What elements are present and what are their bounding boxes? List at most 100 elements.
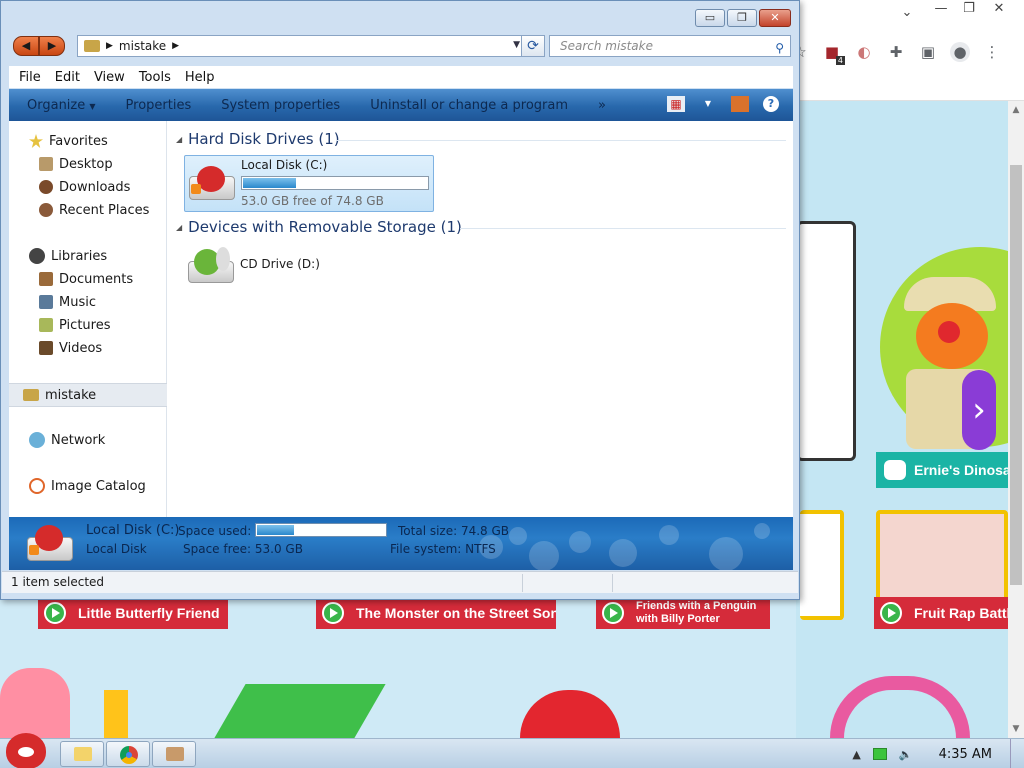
menu-help[interactable]: Help: [185, 70, 223, 85]
scroll-up-arrow[interactable]: ▲: [1008, 102, 1024, 118]
decor-bubble: [659, 525, 679, 545]
breadcrumb-item[interactable]: mistake: [119, 39, 166, 53]
video-card-thumbnail[interactable]: [800, 510, 844, 620]
nav-item-network[interactable]: Network: [29, 430, 105, 450]
breadcrumb-separator-icon[interactable]: ▶: [106, 41, 113, 51]
system-properties-button[interactable]: System properties: [221, 98, 340, 113]
group-divider: [336, 140, 786, 141]
clock[interactable]: 4:35 AM: [939, 747, 992, 762]
tab-search-icon[interactable]: ⌄: [890, 4, 924, 22]
explorer-window: ▭ ❐ ✕ ◀ ▶ ▶ mistake ▶ ▼ ⟳ Search mistake…: [0, 0, 800, 600]
nav-item-desktop[interactable]: Desktop: [39, 154, 113, 174]
nav-item-pictures[interactable]: Pictures: [39, 315, 110, 335]
status-bar: 1 item selected: [2, 571, 798, 593]
image-catalog-icon: [29, 478, 45, 494]
taskbar-explorer-button[interactable]: [60, 741, 104, 767]
view-options-chevron-icon[interactable]: ▼: [699, 96, 717, 112]
window-caption-buttons: ▭ ❐ ✕: [695, 9, 791, 27]
drive-d-item[interactable]: CD Drive (D:): [184, 245, 434, 289]
group-header-hard-disks[interactable]: ◢ Hard Disk Drives (1): [176, 129, 340, 149]
address-dropdown-icon[interactable]: ▼: [513, 40, 520, 50]
nav-item-libraries[interactable]: Libraries: [29, 246, 107, 266]
nav-item-image-catalog[interactable]: Image Catalog: [29, 476, 146, 496]
change-view-icon[interactable]: ▦: [667, 96, 685, 112]
decor-bubble: [609, 539, 637, 567]
drive-name: CD Drive (D:): [240, 257, 320, 271]
menu-view[interactable]: View: [94, 70, 133, 85]
browser-restore-button[interactable]: ❐: [952, 0, 986, 18]
drive-usage-fill: [243, 178, 296, 188]
nav-item-downloads[interactable]: Downloads: [39, 177, 130, 197]
play-icon: [322, 602, 344, 624]
app-icon: [166, 747, 184, 761]
search-icon[interactable]: ⚲: [775, 38, 784, 58]
extensions-bar: ☆ ■4 ◐ ✚ ▣ ● ⋮: [790, 36, 1002, 68]
menu-bar: File Edit View Tools Help: [9, 66, 793, 88]
group-divider: [460, 228, 786, 229]
nav-item-videos[interactable]: Videos: [39, 338, 102, 358]
show-desktop-button[interactable]: [1010, 739, 1024, 768]
organize-button[interactable]: Organize ▼: [27, 98, 96, 113]
scroll-down-arrow[interactable]: ▼: [1008, 721, 1024, 737]
browser-menu-icon[interactable]: ⋮: [982, 42, 1002, 62]
breadcrumb-separator-icon[interactable]: ▶: [172, 41, 179, 51]
nav-item-documents[interactable]: Documents: [39, 269, 133, 289]
desktop-icon: [39, 157, 53, 171]
back-button[interactable]: ◀: [13, 36, 39, 56]
decor-bubble: [509, 527, 527, 545]
profile-avatar-icon[interactable]: ●: [950, 42, 970, 62]
chevron-down-icon: ▼: [89, 101, 96, 111]
nav-item-computer[interactable]: mistake: [23, 385, 96, 405]
side-panel-icon[interactable]: ▣: [918, 42, 938, 62]
video-card-label[interactable]: Fruit Rap Battle: [874, 597, 1008, 629]
maximize-button[interactable]: ❐: [727, 9, 757, 27]
search-input[interactable]: Search mistake ⚲: [549, 35, 791, 57]
start-button[interactable]: [2, 733, 52, 768]
taskbar-app-button[interactable]: [152, 741, 196, 767]
address-bar[interactable]: ▶ mistake ▶ ▼: [77, 35, 525, 57]
nav-item-music[interactable]: Music: [39, 292, 96, 312]
browser-close-button[interactable]: ✕: [982, 0, 1016, 18]
back-forward-buttons: ◀ ▶: [13, 36, 65, 56]
navigation-row: ◀ ▶ ▶ mistake ▶ ▼ ⟳ Search mistake ⚲: [9, 34, 793, 58]
details-usage-bar: [255, 523, 387, 537]
libraries-icon: [29, 248, 45, 264]
taskbar-chrome-button[interactable]: [106, 741, 150, 767]
collapse-triangle-icon[interactable]: ◢: [176, 135, 182, 144]
close-button[interactable]: ✕: [759, 9, 791, 27]
shield-extension-icon[interactable]: ■ 4: [822, 42, 845, 65]
properties-button[interactable]: Properties: [126, 98, 192, 113]
translate-extension-icon[interactable]: ◐: [854, 42, 874, 62]
group-header-removable[interactable]: ◢ Devices with Removable Storage (1): [176, 217, 462, 237]
uninstall-program-button[interactable]: Uninstall or change a program: [370, 98, 568, 113]
nav-item-recent-places[interactable]: Recent Places: [39, 200, 149, 220]
collapse-triangle-icon[interactable]: ◢: [176, 223, 182, 232]
page-scrollbar-thumb[interactable]: [1010, 165, 1022, 585]
help-icon[interactable]: ?: [763, 96, 779, 112]
explorer-content: Favorites Desktop Downloads Recent Place…: [9, 121, 793, 517]
drive-c-item[interactable]: Local Disk (C:) 53.0 GB free of 74.8 GB: [184, 155, 434, 212]
pictures-icon: [39, 318, 53, 332]
preview-pane-icon[interactable]: [731, 96, 749, 112]
minimize-button[interactable]: ▭: [695, 9, 725, 27]
decor-bubble: [529, 541, 559, 570]
video-card-label[interactable]: Friends with a Penguin with Billy Porter: [596, 597, 770, 629]
network-status-icon[interactable]: [872, 748, 887, 760]
menu-file[interactable]: File: [19, 70, 49, 85]
details-space-used-label: Space used:: [178, 524, 252, 538]
ernie-card-label[interactable]: Ernie's Dinosa: [876, 452, 1008, 488]
menu-tools[interactable]: Tools: [139, 70, 179, 85]
nav-item-favorites[interactable]: Favorites: [29, 131, 108, 151]
puzzle-extensions-icon[interactable]: ✚: [886, 42, 906, 62]
menu-edit[interactable]: Edit: [55, 70, 88, 85]
forward-button[interactable]: ▶: [39, 36, 65, 56]
gamepad-icon: [884, 460, 906, 480]
video-card-label[interactable]: The Monster on the Street Song: [316, 597, 556, 629]
volume-icon[interactable]: 🔈: [899, 748, 913, 761]
video-card-label[interactable]: Little Butterfly Friend: [38, 597, 228, 629]
carousel-next-button[interactable]: ›: [962, 370, 996, 450]
more-commands-button[interactable]: »: [598, 98, 606, 113]
refresh-button[interactable]: ⟳: [521, 35, 545, 57]
drive-free-space: 53.0 GB free of 74.8 GB: [241, 194, 384, 208]
tray-overflow-icon[interactable]: ▲: [852, 748, 860, 761]
